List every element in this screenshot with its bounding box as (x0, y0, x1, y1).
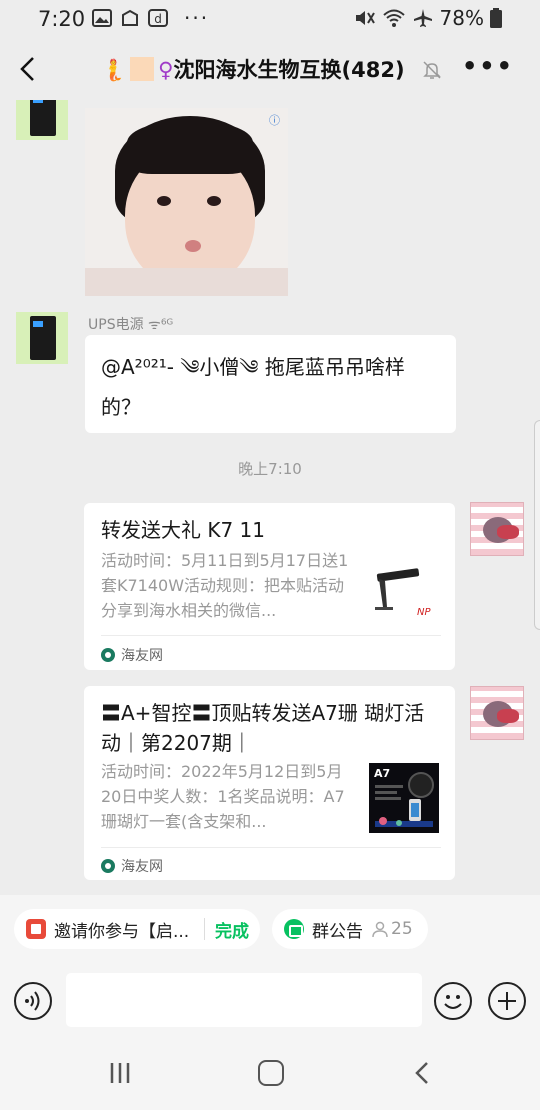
wifi-icon (382, 9, 405, 27)
battery-percent: 78% (439, 6, 484, 30)
group-tools-bar: 邀请你参与【启... 完成 群公告 25 (0, 895, 540, 963)
notice-icon (284, 919, 304, 939)
voice-icon (25, 991, 40, 1011)
calendar-icon (26, 919, 46, 939)
source-logo-icon (101, 859, 115, 873)
person-icon (372, 921, 388, 938)
image-watermark-icon: ⓘ (269, 114, 280, 127)
plus-icon (498, 992, 516, 1010)
link-card[interactable]: 〓A+智控〓顶贴转发送A7珊 瑚灯活动｜第2207期｜ 活动时间：2022年5月… (84, 686, 455, 880)
emoji-icon (444, 995, 462, 1009)
chat-area[interactable]: ⓘ UPS电源 ᯤ⁶ᴳ @A²⁰²¹- ༄小僧༄ 拖尾蓝吊吊啥样的？ 晚上7:1… (0, 100, 540, 895)
invite-done-button[interactable]: 完成 (215, 917, 249, 942)
system-nav-bar (0, 1040, 540, 1110)
card-source: 海友网 (101, 645, 163, 665)
card-description: 活动时间：5月11日到5月17日送1套K7140W活动规则：把本贴活动分享到海水… (101, 551, 349, 620)
message-input-bar (0, 963, 540, 1040)
svg-text:d: d (154, 12, 162, 26)
side-panel-handle[interactable] (534, 420, 540, 630)
message-timestamp: 晚上7:10 (238, 460, 302, 478)
home-button[interactable] (258, 1060, 284, 1086)
card-thumbnail: A7 (369, 763, 439, 833)
message-input[interactable] (66, 973, 422, 1027)
svg-text:NP: NP (417, 607, 431, 618)
invite-text: 邀请你参与【启... (54, 921, 190, 942)
status-time: 7:20 (38, 7, 86, 31)
source-logo-icon (101, 648, 115, 662)
mermaid-emoji: 🧜 (100, 58, 127, 82)
group-name: 沈阳海水生物互换(482) (173, 58, 405, 82)
thumb-label: A7 (374, 767, 390, 780)
group-notice-pill[interactable]: 群公告 25 (272, 909, 428, 949)
group-title: 🧜 ♀沈阳海水生物互换(482) (100, 54, 405, 84)
emoji-button[interactable] (434, 982, 472, 1020)
mute-status-icon (355, 11, 375, 25)
card-source: 海友网 (101, 856, 163, 876)
recent-apps-icon[interactable] (107, 1062, 133, 1084)
chat-header: 🧜 ♀沈阳海水生物互换(482) ••• (0, 38, 540, 100)
link-card[interactable]: 转发送大礼 K7 11 活动时间：5月11日到5月17日送1套K7140W活动规… (84, 503, 455, 670)
card-title: 〓A+智控〓顶贴转发送A7珊 瑚灯活动｜第2207期｜ (101, 701, 425, 755)
muted-bell-icon (423, 61, 441, 79)
d-app-icon: d (148, 9, 168, 27)
app-notification-icon (122, 9, 138, 26)
sender-name: UPS电源 ᯤ⁶ᴳ (88, 317, 174, 333)
airplane-mode-icon (413, 9, 432, 27)
text-message[interactable]: @A²⁰²¹- ༄小僧༄ 拖尾蓝吊吊啥样的？ (85, 335, 456, 433)
status-bar: 7:20 d ··· 78% (0, 0, 540, 38)
female-symbol: ♀ (158, 58, 174, 82)
my-avatar[interactable] (470, 686, 524, 740)
more-functions-button[interactable] (488, 982, 526, 1020)
peach-square-emoji (130, 57, 155, 81)
card-thumbnail: NP (369, 555, 439, 625)
sender-avatar[interactable] (16, 312, 68, 364)
gallery-icon (92, 9, 112, 27)
back-icon[interactable] (14, 54, 44, 84)
system-back-icon[interactable] (410, 1060, 436, 1086)
sender-avatar[interactable] (16, 100, 68, 140)
more-notifications: ··· (184, 6, 210, 30)
notice-count: 25 (371, 919, 413, 939)
notice-label: 群公告 (312, 921, 363, 942)
voice-input-button[interactable] (14, 982, 52, 1020)
invite-pill[interactable]: 邀请你参与【启... 完成 (14, 909, 260, 949)
sender-signal: ᯤ⁶ᴳ (148, 317, 174, 333)
image-message[interactable]: ⓘ (85, 108, 288, 296)
card-description: 活动时间：2022年5月12日到5月20日中奖人数：1名奖品说明：A7珊瑚灯一套… (101, 762, 345, 831)
card-title: 转发送大礼 K7 11 (101, 518, 266, 542)
battery-icon (490, 8, 502, 28)
more-options-button[interactable]: ••• (462, 52, 514, 80)
my-avatar[interactable] (470, 502, 524, 556)
